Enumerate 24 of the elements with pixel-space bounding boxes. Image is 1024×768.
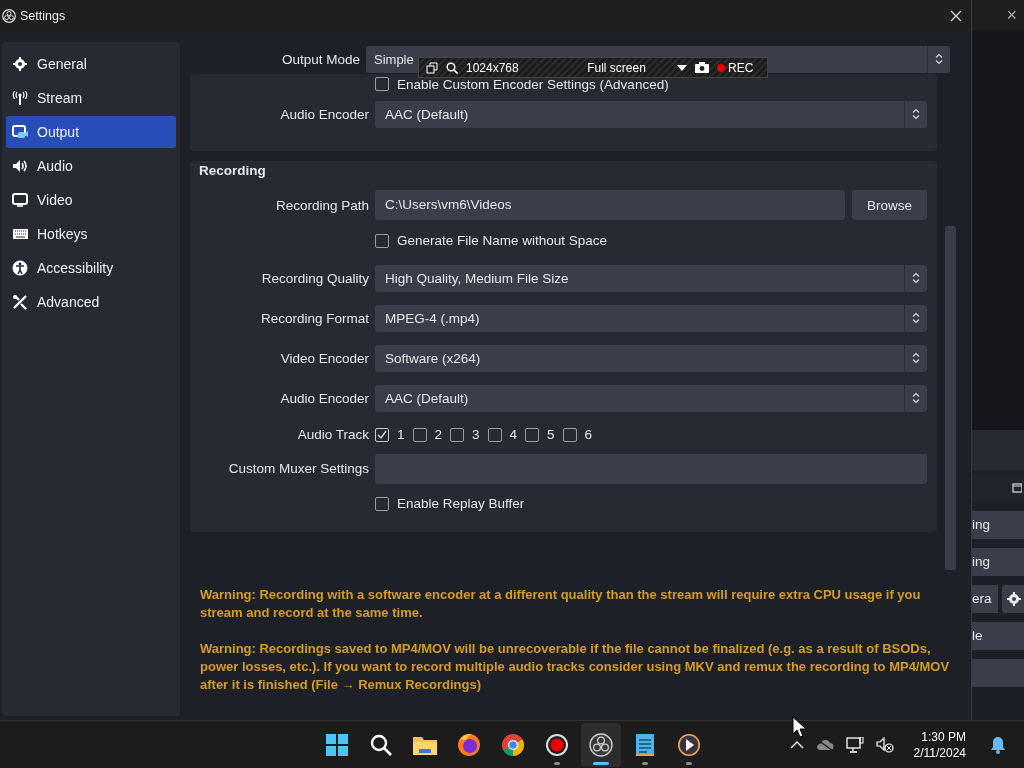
track-number: 4 [509,427,518,442]
group-title: Recording [199,162,267,180]
field-label: Recording Quality [260,270,369,286]
field-label: Audio Track [296,427,369,442]
checkbox-label: Enable Custom Encoder Settings (Advanced) [397,76,669,92]
track-number: 6 [584,427,593,442]
field-label: Recording Format [259,310,369,326]
field-label: Recording Path [274,197,369,213]
field-label: Video Encoder [279,350,369,366]
track-number: 1 [397,427,405,442]
warning-text: Warning: Recordings saved to MP4/MOV will be unrecoverable if the file cannot be finalized (e.g. as a result of BSODs, power losses, etc.). If you want to record multiple audio tracks consider using MKV and remux the recording to MP4/MOV after it is finished (File → Remux Recordings) [200,640,951,694]
field-label: Custom Muxer Settings [227,461,369,476]
checkbox-label: Enable Replay Buffer [397,496,525,511]
track-number: 2 [434,427,443,442]
window-title: Settings [20,9,67,23]
checkbox-label: Generate File Name without Space [397,233,608,248]
clock-time: 1:30 PM [921,728,966,745]
warning-text: Warning: Recording with a software encoder at a different quality than the stream will require extra CPU usage if you stream and record at the same time. [200,586,922,622]
field-label: Audio Encoder [279,390,369,406]
track-number: 3 [472,427,480,442]
clock-date: 2/11/2024 [913,744,966,761]
field-label: Output Mode [280,51,360,67]
track-number: 5 [547,427,555,442]
field-label: Audio Encoder [279,106,369,122]
